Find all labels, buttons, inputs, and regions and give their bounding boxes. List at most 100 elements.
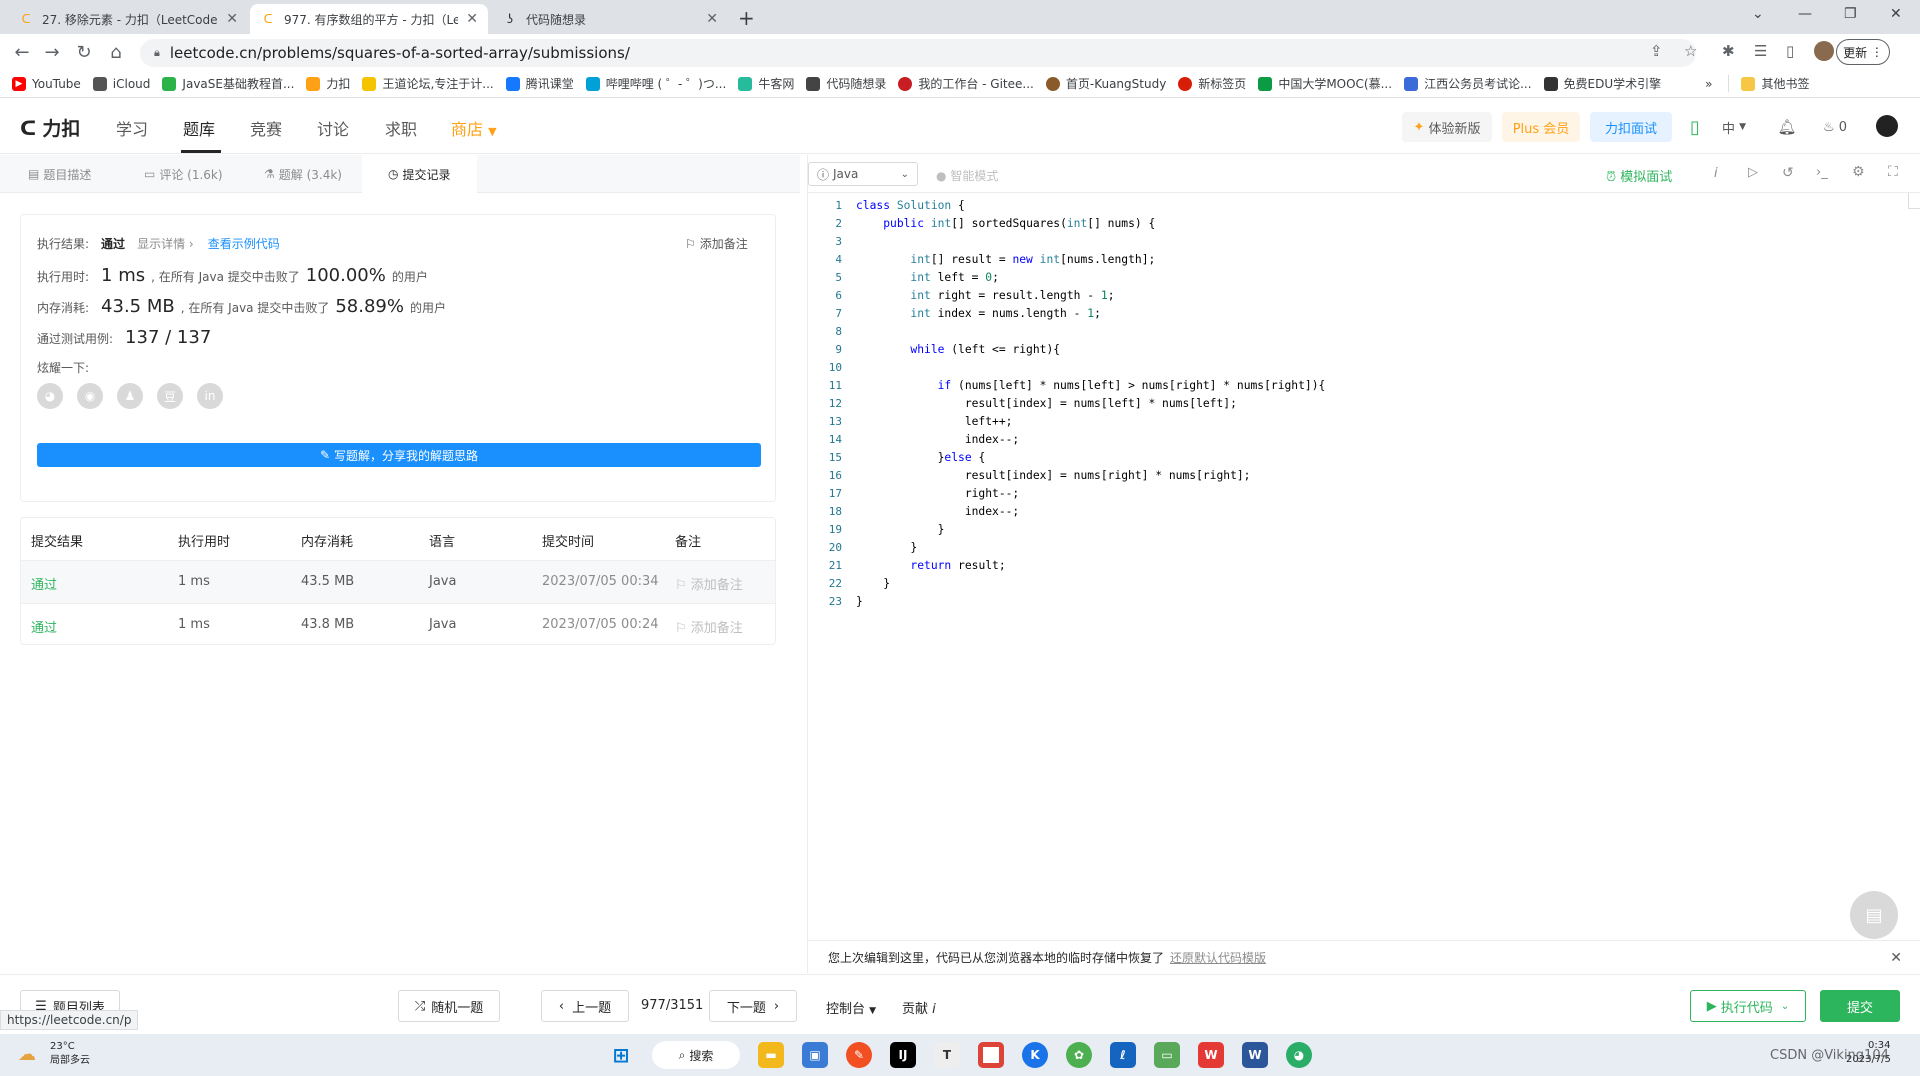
- table-row[interactable]: 通过 1 ms 43.8 MB Java 2023/07/05 00:24 ⚐ …: [21, 603, 775, 644]
- side-panel-icon[interactable]: ▯: [1786, 42, 1794, 60]
- lock-icon[interactable]: 🔒︎: [154, 46, 160, 60]
- view-sample-code-link[interactable]: 查看示例代码: [208, 235, 280, 252]
- nav-jobs[interactable]: 求职: [385, 116, 417, 140]
- tab-search-icon[interactable]: ⌄: [1752, 6, 1764, 22]
- terminal-icon[interactable]: ›_: [1816, 165, 1828, 180]
- row-add-note[interactable]: ⚐ 添加备注: [675, 574, 743, 593]
- remote-desktop-icon[interactable]: ▣: [802, 1042, 828, 1068]
- row-status[interactable]: 通过: [31, 617, 57, 636]
- interview-button[interactable]: 力扣面试: [1590, 112, 1672, 142]
- row-status[interactable]: 通过: [31, 574, 57, 593]
- lark-icon[interactable]: ℓ: [1110, 1042, 1136, 1068]
- other-bookmarks[interactable]: 其他书签: [1728, 75, 1809, 92]
- code-line[interactable]: class Solution {: [856, 199, 965, 212]
- tab-submissions[interactable]: ◷ 提交记录: [362, 155, 477, 193]
- close-icon[interactable]: ✕: [466, 11, 478, 27]
- code-line[interactable]: }: [856, 541, 917, 554]
- code-line[interactable]: }else {: [856, 451, 986, 464]
- chrome-icon[interactable]: [978, 1042, 1004, 1068]
- plus-member-button[interactable]: Plus 会员: [1502, 112, 1580, 142]
- forward-icon[interactable]: →: [40, 40, 64, 64]
- code-line[interactable]: int right = result.length - 1;: [856, 289, 1114, 302]
- k-app-icon[interactable]: K: [1022, 1042, 1048, 1068]
- browser-tab-codesuixiang[interactable]: ʖ 代码随想录 ✕: [492, 4, 728, 34]
- tab-description[interactable]: ▤ 题目描述: [28, 155, 91, 193]
- console-toggle[interactable]: 控制台 ▼: [826, 998, 876, 1017]
- try-new-version-button[interactable]: ✦ 体验新版: [1402, 112, 1492, 142]
- bookmark-nowcoder[interactable]: 牛客网: [738, 75, 794, 92]
- close-icon[interactable]: ✕: [706, 11, 718, 27]
- address-bar[interactable]: 🔒︎ leetcode.cn/problems/squares-of-a-sor…: [140, 39, 1696, 67]
- nav-store[interactable]: 商店 ▼: [451, 116, 497, 140]
- weather-icon[interactable]: ☁: [18, 1044, 36, 1065]
- table-row[interactable]: 通过 1 ms 43.5 MB Java 2023/07/05 00:34 ⚐ …: [21, 560, 775, 603]
- bookmark-codesuixiang[interactable]: 代码随想录: [806, 75, 886, 92]
- bookmark-tencent-class[interactable]: 腾讯课堂: [505, 75, 574, 92]
- minimize-button[interactable]: —: [1798, 6, 1812, 22]
- settings-icon[interactable]: ⚙: [1852, 164, 1865, 180]
- fullscreen-icon[interactable]: ⛶: [1888, 164, 1898, 180]
- next-problem-button[interactable]: 下一题 ›: [709, 990, 797, 1022]
- code-line[interactable]: int index = nums.length - 1;: [856, 307, 1100, 320]
- browser-tab-squares-sorted-array[interactable]: ᑕ 977. 有序数组的平方 - 力扣（Le ✕: [250, 4, 488, 34]
- douban-icon[interactable]: 豆: [157, 383, 183, 409]
- intellij-icon[interactable]: IJ: [890, 1042, 916, 1068]
- weather-widget[interactable]: 23°C 局部多云: [50, 1040, 90, 1068]
- code-line[interactable]: return result;: [856, 559, 1005, 572]
- profile-avatar[interactable]: [1814, 41, 1834, 61]
- write-solution-button[interactable]: ✎ 写题解，分享我的解题思路: [37, 443, 761, 467]
- screen-app-icon[interactable]: ▭: [1154, 1042, 1180, 1068]
- random-problem-button[interactable]: ⤮ 随机一题: [398, 990, 500, 1022]
- code-line[interactable]: right--;: [856, 487, 1019, 500]
- home-icon[interactable]: ⌂: [104, 40, 128, 64]
- pen-app-icon[interactable]: ✎: [846, 1042, 872, 1068]
- leetcode-logo[interactable]: ᑕ 力扣: [20, 114, 80, 141]
- reload-icon[interactable]: ↻: [72, 40, 96, 64]
- more-bookmarks-button[interactable]: »: [1705, 77, 1712, 91]
- submit-button[interactable]: 提交: [1820, 990, 1900, 1022]
- nav-discuss[interactable]: 讨论: [317, 116, 349, 140]
- restore-default-link[interactable]: 还原默认代码模版: [1170, 949, 1266, 966]
- share-icon[interactable]: ⇪: [1650, 42, 1663, 60]
- reset-icon[interactable]: ↺: [1782, 165, 1794, 181]
- bell-icon[interactable]: 🔔︎: [1776, 112, 1798, 142]
- tab-solutions[interactable]: ⚗ 题解 (3.4k): [264, 155, 342, 193]
- bookmark-wangdao[interactable]: 王道论坛,专注于计...: [362, 75, 494, 92]
- bookmark-javase[interactable]: JavaSE基础教程首...: [162, 75, 294, 92]
- mobile-app-icon[interactable]: ▯: [1684, 112, 1706, 142]
- run-code-button[interactable]: ▶ 执行代码 ⌄: [1690, 990, 1806, 1022]
- panel-resize-handle[interactable]: [800, 155, 808, 973]
- add-note-button[interactable]: ⚐ 添加备注: [685, 235, 748, 252]
- close-icon[interactable]: ✕: [226, 11, 238, 27]
- wechat-icon[interactable]: ◕: [37, 383, 63, 409]
- word-icon[interactable]: W: [1242, 1042, 1268, 1068]
- code-line[interactable]: result[index] = nums[right] * nums[right…: [856, 469, 1251, 482]
- bookmark-star-icon[interactable]: ☆: [1684, 42, 1697, 60]
- code-line[interactable]: }: [856, 577, 890, 590]
- bookmark-mooc[interactable]: 中国大学MOOC(慕...: [1258, 75, 1392, 92]
- bookmark-edu-engine[interactable]: 免费EDU学术引擎: [1543, 75, 1661, 92]
- reading-list-icon[interactable]: ☰: [1754, 42, 1767, 60]
- code-line[interactable]: while (left <= right){: [856, 343, 1060, 356]
- bookmark-youtube[interactable]: ▶ YouTube: [12, 76, 81, 91]
- code-line[interactable]: int[] result = new int[nums.length];: [856, 253, 1155, 266]
- window-close-button[interactable]: ✕: [1890, 6, 1902, 22]
- show-details-link[interactable]: 显示详情 ›: [137, 235, 194, 252]
- mock-interview-button[interactable]: ⏰︎ 模拟面试: [1606, 166, 1672, 185]
- maximize-button[interactable]: ❐: [1844, 6, 1857, 22]
- smart-mode-toggle[interactable]: ● 智能模式: [936, 167, 998, 184]
- new-tab-button[interactable]: +: [738, 6, 755, 30]
- nav-problemset[interactable]: 题库: [183, 116, 215, 140]
- taskbar-search[interactable]: ⌕ 搜索: [652, 1041, 740, 1069]
- language-select[interactable]: ⓘ Java ⌄: [808, 162, 918, 186]
- bookmark-kuangstudy[interactable]: 首页-KuangStudy: [1045, 75, 1166, 92]
- tab-comments[interactable]: ▭ 评论 (1.6k): [144, 155, 223, 193]
- browser-tab-remove-element[interactable]: ᑕ 27. 移除元素 - 力扣（LeetCode ✕: [8, 4, 248, 34]
- code-line[interactable]: index--;: [856, 505, 1019, 518]
- bookmark-icloud[interactable]: iCloud: [92, 76, 150, 91]
- info-italic-icon[interactable]: i: [1714, 166, 1718, 181]
- language-switch[interactable]: 中 ▼: [1716, 112, 1752, 142]
- code-line[interactable]: result[index] = nums[left] * nums[left];: [856, 397, 1237, 410]
- code-line[interactable]: if (nums[left] * nums[left] > nums[right…: [856, 379, 1326, 392]
- extensions-icon[interactable]: ✱: [1722, 42, 1735, 60]
